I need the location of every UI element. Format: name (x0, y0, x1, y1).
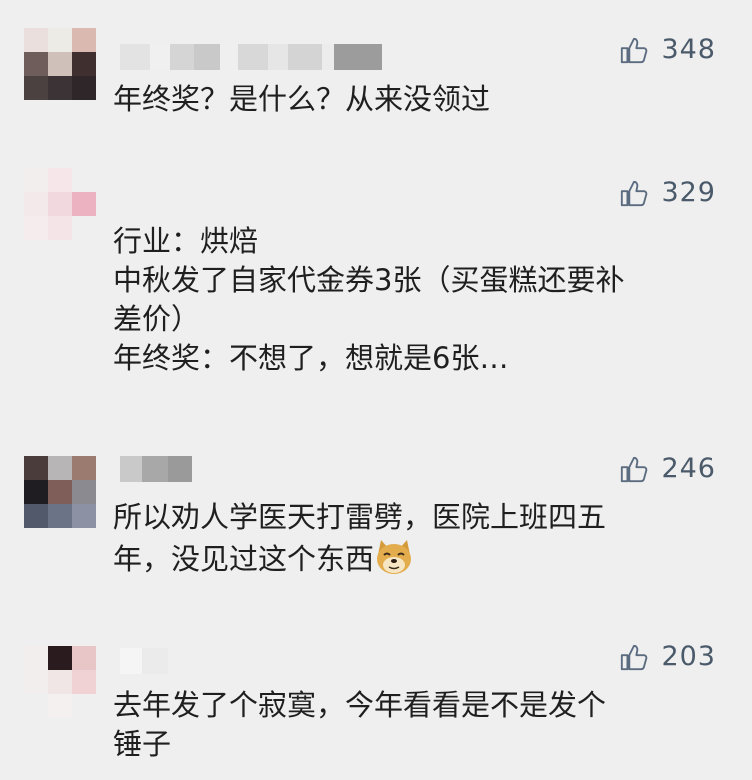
comment-text: 行业：烘焙 中秋发了自家代金券3张（买蛋糕还要补 差价） 年终奖：不想了，想就是… (113, 224, 625, 375)
like-count: 329 (661, 177, 716, 208)
avatar[interactable] (24, 456, 96, 528)
comment-text: 年终奖？是什么？从来没领过 (113, 82, 491, 116)
username-blurred[interactable] (120, 456, 192, 482)
like-button[interactable]: 246 (619, 453, 716, 484)
thumbs-up-icon (619, 454, 649, 484)
avatar[interactable] (24, 168, 96, 240)
thumbs-up-icon (619, 178, 649, 208)
comment-text: 去年发了个寂寞，今年看看是不是发个 锤子 (113, 688, 607, 761)
comment-text: 所以劝人学医天打雷劈，医院上班四五 年，没见过这个东西 (113, 500, 607, 577)
like-button[interactable]: 203 (619, 641, 716, 672)
thumbs-up-icon (619, 35, 649, 65)
username-blurred[interactable] (120, 44, 382, 70)
like-count: 203 (661, 641, 716, 672)
doge-emoji-icon (374, 537, 414, 577)
like-count: 348 (661, 34, 716, 65)
username-blurred[interactable] (120, 648, 168, 674)
avatar[interactable] (24, 28, 96, 100)
like-count: 246 (661, 453, 716, 484)
thumbs-up-icon (619, 642, 649, 672)
like-button[interactable]: 348 (619, 34, 716, 65)
like-button[interactable]: 329 (619, 177, 716, 208)
avatar[interactable] (24, 646, 96, 718)
